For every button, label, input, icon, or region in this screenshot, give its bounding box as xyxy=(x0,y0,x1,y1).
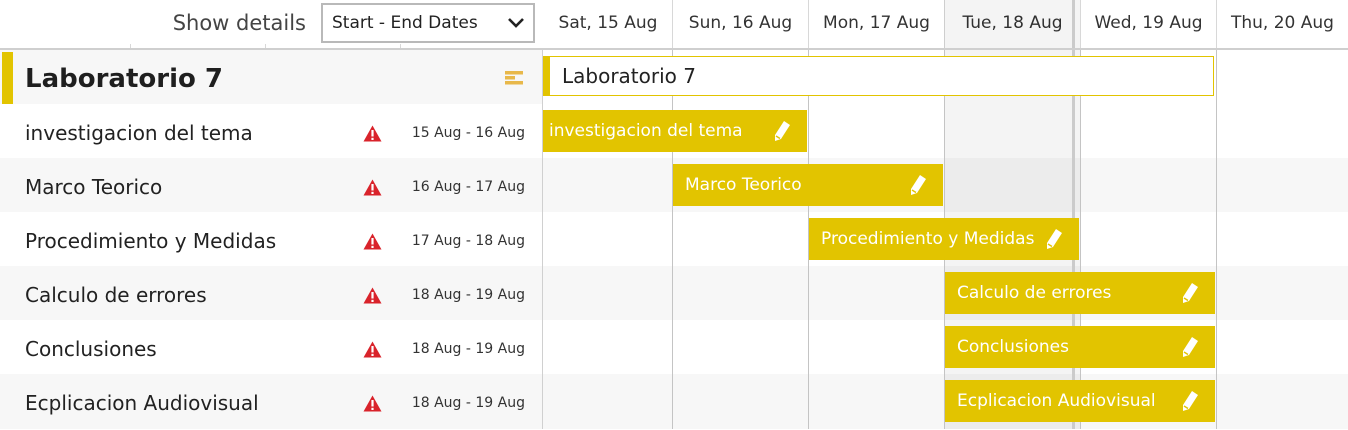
task-bar-label: Calculo de errores xyxy=(957,283,1112,303)
gantt-collapse-icon[interactable] xyxy=(505,71,523,85)
task-name[interactable]: Marco Teorico xyxy=(25,160,162,214)
task-bar[interactable]: Procedimiento y Medidas xyxy=(809,218,1079,260)
grid-line xyxy=(1216,50,1217,429)
task-bar[interactable]: investigacion del tema xyxy=(543,110,807,152)
task-dates: 17 Aug - 18 Aug xyxy=(411,233,525,249)
pencil-icon[interactable] xyxy=(1181,390,1199,412)
day-header-sun-16: Sun, 16 Aug xyxy=(688,13,793,33)
date-mode-select[interactable]: Start - End Dates xyxy=(321,3,535,43)
pencil-icon[interactable] xyxy=(1181,282,1199,304)
task-name[interactable]: Calculo de errores xyxy=(25,268,207,322)
day-header-wed-19: Wed, 19 Aug xyxy=(1094,13,1203,33)
task-dates: 18 Aug - 19 Aug xyxy=(411,395,525,411)
grid-line xyxy=(672,50,673,429)
date-mode-value: Start - End Dates xyxy=(332,13,478,33)
grid-line xyxy=(1080,50,1081,429)
task-bar[interactable]: Calculo de errores xyxy=(945,272,1215,314)
pencil-icon[interactable] xyxy=(1045,228,1063,250)
group-color-marker xyxy=(2,52,13,104)
task-name[interactable]: Ecplicacion Audiovisual xyxy=(25,376,259,430)
pencil-icon[interactable] xyxy=(773,120,791,142)
task-bar[interactable]: Conclusiones xyxy=(945,326,1215,368)
task-dates: 15 Aug - 16 Aug xyxy=(411,125,525,141)
task-bar-label: Marco Teorico xyxy=(685,175,802,195)
task-dates: 18 Aug - 19 Aug xyxy=(411,287,525,303)
task-dates: 18 Aug - 19 Aug xyxy=(411,341,525,357)
day-header-thu-20: Thu, 20 Aug xyxy=(1231,13,1334,33)
task-name[interactable]: Conclusiones xyxy=(25,322,157,376)
task-bar[interactable]: Ecplicacion Audiovisual xyxy=(945,380,1215,422)
warning-icon xyxy=(363,233,382,250)
task-bar-label: Conclusiones xyxy=(957,337,1069,357)
pencil-icon[interactable] xyxy=(909,174,927,196)
warning-icon xyxy=(363,341,382,358)
group-bar-label: Laboratorio 7 xyxy=(562,64,696,88)
task-name[interactable]: Procedimiento y Medidas xyxy=(25,214,276,268)
panel-divider[interactable] xyxy=(542,50,543,429)
warning-icon xyxy=(363,395,382,412)
task-bar-label: Procedimiento y Medidas xyxy=(821,229,1035,249)
pencil-icon[interactable] xyxy=(1181,336,1199,358)
show-details-label: Show details xyxy=(172,11,306,35)
warning-icon xyxy=(363,287,382,304)
day-header-sat-15: Sat, 15 Aug xyxy=(558,13,658,33)
warning-icon xyxy=(363,179,382,196)
group-bar-accent xyxy=(544,57,550,95)
group-summary-bar[interactable]: Laboratorio 7 xyxy=(543,56,1214,96)
group-title: Laboratorio 7 xyxy=(25,64,223,94)
task-dates: 16 Aug - 17 Aug xyxy=(411,179,525,195)
task-bar-label: Ecplicacion Audiovisual xyxy=(957,391,1156,411)
task-bar-label: investigacion del tema xyxy=(549,121,743,141)
chevron-down-icon xyxy=(508,18,524,28)
task-bar[interactable]: Marco Teorico xyxy=(673,164,943,206)
warning-icon xyxy=(363,125,382,142)
task-name[interactable]: investigacion del tema xyxy=(25,106,253,160)
header-divider xyxy=(0,48,1348,50)
day-header-mon-17: Mon, 17 Aug xyxy=(823,13,930,33)
